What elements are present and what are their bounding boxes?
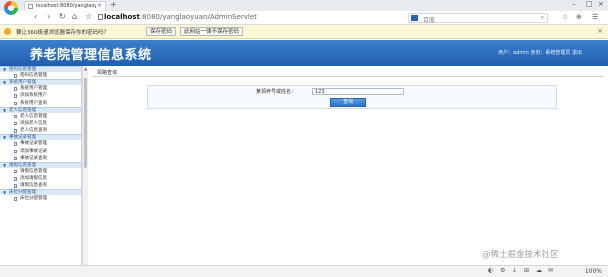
query-button[interactable]: 查询 bbox=[330, 98, 366, 107]
sidebar-item-users-query[interactable]: 系统用户查询 bbox=[0, 100, 81, 107]
zoom-level[interactable]: 100% bbox=[585, 268, 602, 275]
sidebar-item-accidents-query[interactable]: 事故记录查询 bbox=[0, 155, 81, 162]
document-icon bbox=[14, 87, 17, 91]
home-icon[interactable]: ⌂ bbox=[72, 12, 77, 21]
sidebar-item-label: 添加系统用户 bbox=[20, 93, 47, 99]
sidebar-item-label: 添加请假信息 bbox=[20, 176, 47, 182]
browser-status-bar: ◐ ⚙ ↓ ⊞ ☁ ✉ 100% bbox=[0, 265, 608, 277]
sidebar-item-users-manage[interactable]: 系统用户管理 bbox=[0, 85, 81, 92]
sidebar-item-label: 请假信息查询 bbox=[20, 183, 47, 189]
settings-icon[interactable]: ⚙ bbox=[500, 267, 505, 274]
browser-tab-strip: localhost:8080/yanglaoyu × + – □ × bbox=[0, 0, 608, 11]
theme-icon[interactable]: ◐ bbox=[488, 267, 493, 274]
refresh-icon[interactable]: ↻ bbox=[59, 12, 66, 21]
document-icon bbox=[14, 74, 17, 78]
password-save-bar: 要让360极速浏览器保存你的密码吗？ 保存密码 此网站一律不保存密码 × bbox=[0, 25, 608, 39]
save-password-button[interactable]: 保存密码 bbox=[146, 27, 177, 36]
cloud-icon[interactable]: ☁ bbox=[536, 267, 542, 274]
mail-icon[interactable]: ✉ bbox=[548, 267, 553, 274]
bookmark-icon[interactable]: ☆ bbox=[85, 12, 92, 21]
document-icon bbox=[14, 184, 17, 188]
sidebar-item-elders-query[interactable]: 老人信息查询 bbox=[0, 127, 81, 134]
search-input[interactable]: 百度 bbox=[423, 15, 435, 24]
document-icon bbox=[14, 177, 17, 181]
main-content: 领路查询 某领养号或姓名： 查询 bbox=[89, 66, 608, 265]
query-input[interactable] bbox=[312, 88, 404, 95]
document-icon bbox=[14, 142, 17, 146]
query-label: 某领养号或姓名： bbox=[256, 89, 297, 95]
sidebar-item-accidents-manage[interactable]: 事故记录管理 bbox=[0, 140, 81, 147]
browser-logo-icon bbox=[4, 1, 18, 15]
sidebar-item-users-add[interactable]: 添加系统用户 bbox=[0, 92, 81, 99]
sidebar-item-label: 系统用户管理 bbox=[20, 86, 47, 92]
divider bbox=[93, 76, 603, 77]
sidebar-item-leave-add[interactable]: 添加请假信息 bbox=[0, 175, 81, 182]
browser-tab[interactable]: localhost:8080/yanglaoyu × bbox=[24, 1, 106, 11]
search-icon[interactable]: ⌕ bbox=[541, 14, 544, 22]
document-icon bbox=[14, 94, 17, 98]
sidebar-item-leave-query[interactable]: 请假信息查询 bbox=[0, 182, 81, 189]
app-header: 养老院管理信息系统 用户：admin 身份：系统管理员 退出 bbox=[0, 40, 608, 66]
sidebar-item-label: 事故记录管理 bbox=[20, 141, 47, 147]
tab-close-icon[interactable]: × bbox=[97, 2, 102, 9]
favorites-icon[interactable]: ☆ bbox=[562, 13, 568, 21]
maximize-icon[interactable]: □ bbox=[586, 0, 593, 8]
document-icon bbox=[14, 156, 17, 161]
breadcrumb: 领路查询 bbox=[97, 70, 118, 76]
document-icon bbox=[14, 114, 17, 119]
extensions-icon[interactable]: ⊕ bbox=[576, 13, 582, 21]
back-icon[interactable]: ‹ bbox=[34, 12, 37, 21]
password-save-message: 要让360极速浏览器保存你的密码吗？ bbox=[16, 30, 109, 36]
address-bar: ‹ › ↻ ⌂ ☆ localhost:8080/yanglaoyuan/Adm… bbox=[0, 11, 608, 25]
window-icon[interactable]: ⊞ bbox=[524, 267, 529, 274]
page-icon bbox=[28, 4, 33, 9]
search-engine-icon[interactable] bbox=[411, 15, 418, 21]
sidebar-item-label: 请假信息管理 bbox=[20, 168, 47, 174]
tab-title: localhost:8080/yanglaoyu bbox=[36, 3, 96, 9]
sidebar-item-accidents-add[interactable]: 添加事故记录 bbox=[0, 148, 81, 155]
menu-icon[interactable]: ☰ bbox=[592, 13, 598, 21]
page-info-icon[interactable] bbox=[98, 14, 103, 20]
document-icon bbox=[14, 129, 17, 133]
sidebar-item-leave-manage[interactable]: 请假信息管理 bbox=[0, 168, 81, 175]
sidebar-item-password-manage[interactable]: 密码信息管理 bbox=[0, 72, 81, 79]
document-icon bbox=[14, 169, 17, 174]
window-close-icon[interactable]: × bbox=[598, 0, 604, 8]
document-icon bbox=[14, 121, 17, 126]
sidebar-item-beds-manage[interactable]: 床位分配管理 bbox=[0, 195, 81, 202]
sidebar-item-elders-manage[interactable]: 老人信息管理 bbox=[0, 113, 81, 120]
sidebar-menu: ▼ 密码信息管理 密码信息管理 ▼ 系统用户管理 系统用户管理 添加系统用户 系统用… bbox=[0, 66, 82, 265]
sidebar-item-label: 事故记录查询 bbox=[20, 155, 47, 161]
sidebar-item-label: 添加事故记录 bbox=[20, 148, 47, 154]
page-title: 养老院管理信息系统 bbox=[30, 48, 152, 63]
sidebar-item-label: 老人信息管理 bbox=[20, 113, 47, 119]
download-icon[interactable]: ↓ bbox=[512, 267, 517, 274]
sidebar-item-label: 系统用户查询 bbox=[20, 100, 47, 106]
document-icon bbox=[14, 101, 17, 106]
sidebar-item-label: 添加老人信息 bbox=[20, 120, 47, 126]
password-bar-close-icon[interactable]: × bbox=[597, 27, 603, 35]
new-tab-icon[interactable]: + bbox=[110, 0, 117, 9]
url-field[interactable]: localhost:8080/yanglaoyuan/AdminServlet bbox=[104, 13, 384, 23]
sidebar-item-label: 老人信息查询 bbox=[20, 128, 47, 134]
sidebar-item-label: 密码信息管理 bbox=[20, 73, 47, 78]
url-host: localhost bbox=[104, 13, 140, 21]
scroll-up-icon[interactable]: ▲ bbox=[83, 66, 88, 72]
document-icon bbox=[14, 197, 17, 201]
user-info[interactable]: 用户：admin 身份：系统管理员 退出 bbox=[498, 49, 582, 56]
sidebar-item-label: 床位分配管理 bbox=[20, 196, 47, 202]
never-save-password-button[interactable]: 此网站一律不保存密码 bbox=[180, 27, 244, 36]
query-form: 某领养号或姓名： 查询 bbox=[147, 85, 557, 109]
sidebar-item-elders-add[interactable]: 添加老人信息 bbox=[0, 120, 81, 127]
sidebar-scrollbar[interactable]: ▲ bbox=[82, 66, 88, 265]
forward-icon[interactable]: › bbox=[47, 12, 50, 21]
minimize-icon[interactable]: – bbox=[572, 0, 576, 8]
watermark: @稀土掘金技术社区 bbox=[482, 250, 559, 260]
url-path: :8080/yanglaoyuan/AdminServlet bbox=[139, 13, 257, 21]
document-icon bbox=[14, 149, 17, 153]
key-icon bbox=[4, 28, 11, 35]
search-box[interactable]: 百度 ⌕ bbox=[408, 13, 548, 24]
scrollbar-thumb[interactable] bbox=[84, 78, 87, 168]
